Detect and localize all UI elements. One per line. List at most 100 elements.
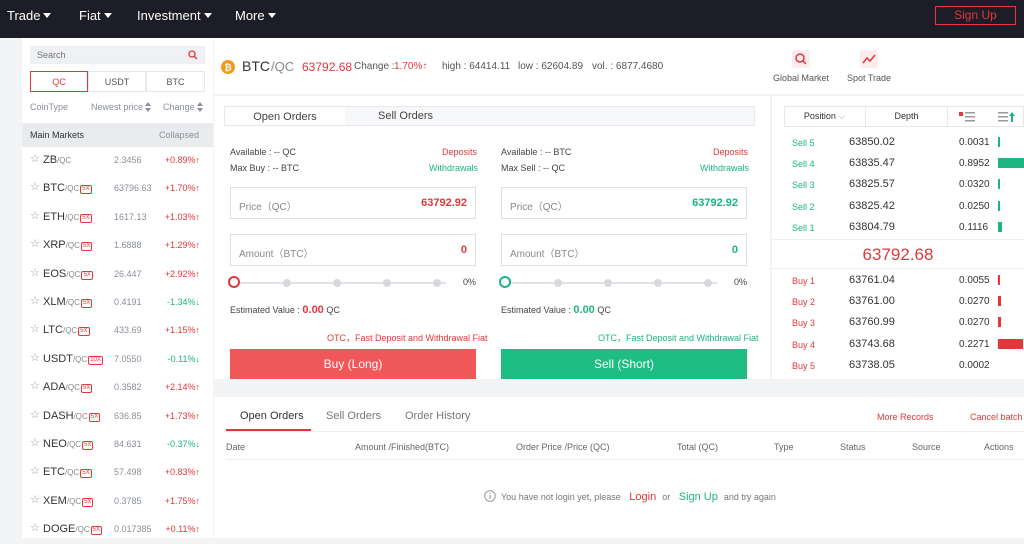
market-row[interactable]: ☆ XEM/QC 5X 0.3785 +1.75%↑ bbox=[22, 488, 205, 516]
market-row[interactable]: ☆ ETC/QC 5X 57.498 +0.83%↑ bbox=[22, 459, 205, 487]
global-market-button[interactable]: Global Market bbox=[772, 50, 830, 83]
favorite-star-icon[interactable]: ☆ bbox=[30, 322, 40, 335]
nav-trade[interactable]: Trade bbox=[7, 0, 52, 32]
buy-price-value: 63792.92 bbox=[421, 197, 467, 209]
order-side: Sell 3 bbox=[792, 180, 815, 191]
nav-more[interactable]: More bbox=[235, 0, 276, 32]
favorite-star-icon[interactable]: ☆ bbox=[30, 152, 40, 165]
search-icon[interactable] bbox=[188, 50, 198, 60]
depth-bar bbox=[998, 179, 1000, 190]
market-row[interactable]: ☆ XRP/QC 5X 1.6888 +1.29%↑ bbox=[22, 232, 205, 260]
sell-order-row[interactable]: Sell 4 63835.47 0.8952 bbox=[772, 153, 1024, 174]
market-row[interactable]: ☆ DOGE/QC 5X 0.017385 +0.11%↑ bbox=[22, 516, 205, 544]
depth-bar bbox=[998, 137, 1000, 147]
quote-tab-btc[interactable]: BTC bbox=[146, 71, 205, 92]
col-change[interactable]: Change bbox=[163, 102, 203, 112]
search-input[interactable] bbox=[31, 47, 181, 63]
nav-fiat[interactable]: Fiat bbox=[79, 0, 112, 32]
buy-orders-view-icon[interactable] bbox=[998, 111, 1016, 123]
spot-trade-button[interactable]: Spot Trade bbox=[844, 50, 894, 83]
position-dropdown[interactable]: Position ⌵ bbox=[784, 106, 866, 127]
sell-percent-slider[interactable]: 0% bbox=[499, 276, 747, 290]
orders-tab-history[interactable]: Order History bbox=[405, 410, 470, 422]
buy-order-row[interactable]: Buy 3 63760.99 0.0270 bbox=[772, 312, 1024, 333]
depth-button[interactable]: Depth bbox=[866, 106, 948, 127]
login-link[interactable]: Login bbox=[629, 491, 656, 503]
sell-withdrawals-link[interactable]: Withdrawals bbox=[700, 163, 749, 173]
sell-order-row[interactable]: Sell 3 63825.57 0.0320 bbox=[772, 174, 1024, 195]
slider-stop[interactable] bbox=[554, 279, 562, 287]
buy-order-row[interactable]: Buy 5 63738.05 0.0002 bbox=[772, 355, 1024, 376]
market-row[interactable]: ☆ LTC/QC 5X 433.69 +1.15%↑ bbox=[22, 317, 205, 345]
cancel-batch-link[interactable]: Cancel batch bbox=[970, 412, 1023, 422]
main-markets-label: Main Markets bbox=[30, 130, 85, 140]
slider-stop[interactable] bbox=[383, 279, 391, 287]
favorite-star-icon[interactable]: ☆ bbox=[30, 521, 40, 534]
sell-order-row[interactable]: Sell 2 63825.42 0.0250 bbox=[772, 196, 1024, 217]
market-row[interactable]: ☆ ADA/QC 5X 0.3582 +2.14%↑ bbox=[22, 374, 205, 402]
favorite-star-icon[interactable]: ☆ bbox=[30, 266, 40, 279]
favorite-star-icon[interactable]: ☆ bbox=[30, 294, 40, 307]
market-row[interactable]: ☆ XLM/QC 5X 0.4191 -1.34%↓ bbox=[22, 289, 205, 317]
slider-stop[interactable] bbox=[433, 279, 441, 287]
order-side: Buy 5 bbox=[792, 360, 816, 371]
sell-otc-link[interactable]: OTC，Fast Deposit and Withdrawal Fiat bbox=[598, 331, 759, 344]
buy-order-row[interactable]: Buy 1 63761.04 0.0055 bbox=[772, 270, 1024, 291]
tab-sell-orders[interactable]: Sell Orders bbox=[345, 106, 466, 126]
more-records-link[interactable]: More Records bbox=[877, 412, 934, 422]
col-newest-price[interactable]: Newest price bbox=[91, 102, 152, 112]
slider-stop[interactable] bbox=[654, 279, 662, 287]
buy-deposits-link[interactable]: Deposits bbox=[442, 147, 477, 157]
sell-amount-field[interactable]: Amount（BTC） 0 bbox=[501, 234, 747, 266]
sell-price-field[interactable]: Price（QC） 63792.92 bbox=[501, 187, 747, 219]
market-row[interactable]: ☆ EOS/QC 5X 26.447 +2.92%↑ bbox=[22, 261, 205, 289]
favorite-star-icon[interactable]: ☆ bbox=[30, 209, 40, 222]
market-row[interactable]: ☆ ZB/QC 2.3456 +0.89%↑ bbox=[22, 147, 205, 175]
slider-stop[interactable] bbox=[283, 279, 291, 287]
sell-short-button[interactable]: Sell (Short) bbox=[501, 349, 747, 379]
favorite-star-icon[interactable]: ☆ bbox=[30, 379, 40, 392]
arrow-up-icon: ↑ bbox=[195, 524, 201, 535]
market-price: 84.631 bbox=[114, 439, 142, 449]
col-cointype[interactable]: CoinType bbox=[30, 102, 68, 112]
market-row[interactable]: ☆ DASH/QC 5X 636.85 +1.73%↑ bbox=[22, 403, 205, 431]
market-row[interactable]: ☆ USDT/QC 10X 7.0550 -0.11%↓ bbox=[22, 346, 205, 374]
market-row[interactable]: ☆ BTC/QC 5X 63796.63 +1.70%↑ bbox=[22, 175, 205, 203]
orders-tab-open[interactable]: Open Orders bbox=[240, 410, 304, 422]
buy-long-button[interactable]: Buy (Long) bbox=[230, 349, 476, 379]
favorite-star-icon[interactable]: ☆ bbox=[30, 408, 40, 421]
buy-withdrawals-link[interactable]: Withdrawals bbox=[429, 163, 478, 173]
slider-stop[interactable] bbox=[604, 279, 612, 287]
buy-percent-slider[interactable]: 0% bbox=[228, 276, 476, 290]
slider-stop[interactable] bbox=[333, 279, 341, 287]
slider-handle[interactable] bbox=[228, 276, 240, 288]
favorite-star-icon[interactable]: ☆ bbox=[30, 180, 40, 193]
buy-amount-field[interactable]: Amount（BTC） 0 bbox=[230, 234, 476, 266]
buy-order-row[interactable]: Buy 4 63743.68 0.2271 bbox=[772, 334, 1024, 355]
sell-order-row[interactable]: Sell 5 63850.02 0.0031 bbox=[772, 132, 1024, 153]
order-qty: 0.0055 bbox=[959, 275, 990, 286]
buy-order-row[interactable]: Buy 2 63761.00 0.0270 bbox=[772, 291, 1024, 312]
nav-investment[interactable]: Investment bbox=[137, 0, 212, 32]
favorite-star-icon[interactable]: ☆ bbox=[30, 351, 40, 364]
signup-link[interactable]: Sign Up bbox=[679, 491, 718, 503]
signup-button[interactable]: Sign Up bbox=[935, 6, 1016, 25]
favorite-star-icon[interactable]: ☆ bbox=[30, 436, 40, 449]
favorite-star-icon[interactable]: ☆ bbox=[30, 493, 40, 506]
tab-open-orders[interactable]: Open Orders bbox=[224, 106, 345, 126]
sell-order-row[interactable]: Sell 1 63804.79 0.1116 bbox=[772, 217, 1024, 238]
collapse-toggle[interactable]: Collapsed bbox=[159, 130, 199, 140]
sell-orders-view-icon[interactable] bbox=[959, 111, 977, 123]
favorite-star-icon[interactable]: ☆ bbox=[30, 237, 40, 250]
slider-handle[interactable] bbox=[499, 276, 511, 288]
favorite-star-icon[interactable]: ☆ bbox=[30, 464, 40, 477]
market-row[interactable]: ☆ NEO/QC 5X 84.631 -0.37%↓ bbox=[22, 431, 205, 459]
buy-otc-link[interactable]: OTC，Fast Deposit and Withdrawal Fiat bbox=[327, 331, 488, 344]
orders-tab-sell[interactable]: Sell Orders bbox=[326, 410, 381, 422]
quote-tab-usdt[interactable]: USDT bbox=[88, 71, 146, 92]
buy-price-field[interactable]: Price（QC） 63792.92 bbox=[230, 187, 476, 219]
slider-stop[interactable] bbox=[704, 279, 712, 287]
quote-tab-qc[interactable]: QC bbox=[30, 71, 88, 92]
sell-deposits-link[interactable]: Deposits bbox=[713, 147, 748, 157]
market-row[interactable]: ☆ ETH/QC 5X 1617.13 +1.03%↑ bbox=[22, 204, 205, 232]
